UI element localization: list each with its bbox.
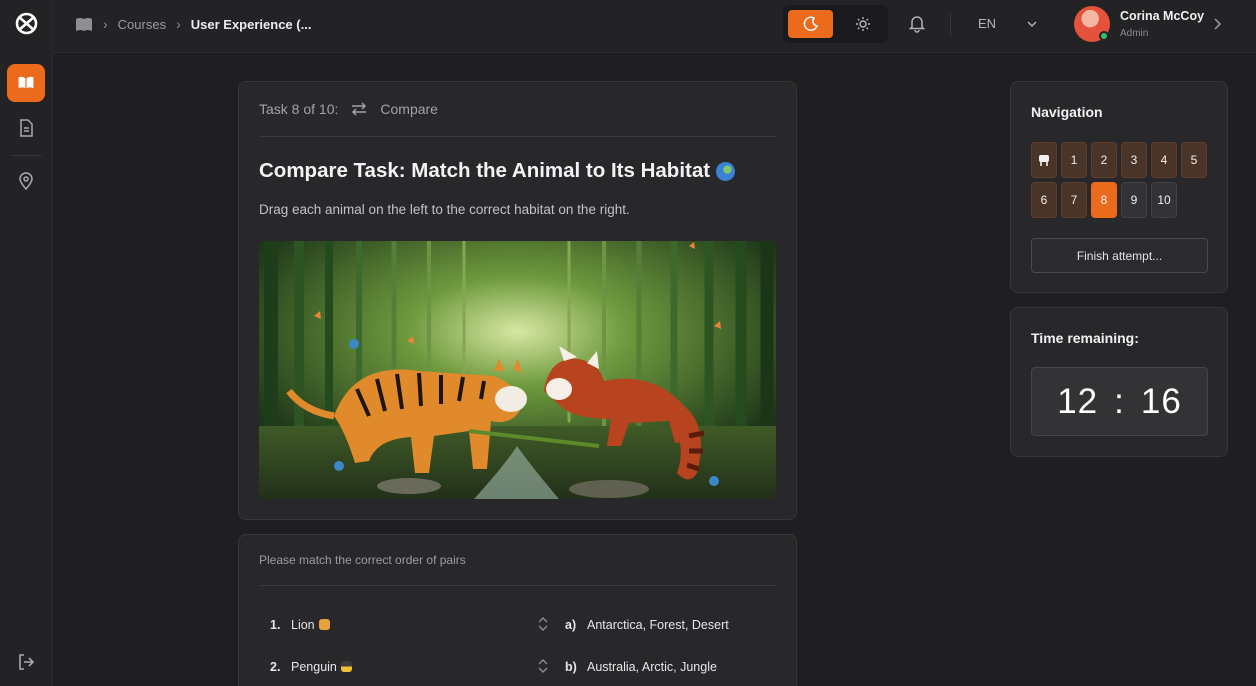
question-nav-2[interactable]: 2 <box>1091 142 1117 178</box>
row-number: 1. <box>270 618 281 632</box>
question-nav-7[interactable]: 7 <box>1061 182 1087 218</box>
task-description: Drag each animal on the left to the corr… <box>259 202 630 217</box>
question-nav-8[interactable]: 8 <box>1091 182 1117 218</box>
dark-mode-button[interactable] <box>788 10 833 38</box>
penguin-emoji-icon <box>340 661 352 672</box>
sidebar-item-documents[interactable] <box>7 109 45 147</box>
breadcrumb-current: User Experience (... <box>190 16 312 32</box>
task-counter: Task 8 of 10: <box>259 101 339 117</box>
question-nav-3[interactable]: 3 <box>1121 142 1147 178</box>
library-icon[interactable] <box>75 17 93 32</box>
breadcrumb-courses[interactable]: Courses <box>118 17 166 32</box>
book-open-icon <box>17 75 35 90</box>
map-pin-icon <box>19 172 33 190</box>
timer-title: Time remaining: <box>1031 330 1139 346</box>
theme-toggle <box>783 5 888 43</box>
light-mode-button[interactable] <box>843 10 883 38</box>
habitat-option[interactable]: Antarctica, Forest, Desert <box>587 618 729 632</box>
animal-label: Lion <box>291 618 315 632</box>
top-bar: › Courses › User Experience (... EN Cori… <box>53 0 1256 53</box>
question-nav-1[interactable]: 1 <box>1061 142 1087 178</box>
sidebar <box>0 0 53 686</box>
chevron-right-icon: › <box>176 16 181 32</box>
timer-separator: : <box>1114 381 1125 421</box>
logout-icon <box>19 654 35 670</box>
matching-instruction: Please match the correct order of pairs <box>259 535 776 586</box>
match-row[interactable]: 1. Lion a) Antarctica, Forest, Desert <box>259 610 776 640</box>
user-name[interactable]: Corina McCoy <box>1120 9 1204 23</box>
logout-button[interactable] <box>7 643 45 681</box>
timer-seconds: 16 <box>1140 381 1182 421</box>
timer-minutes: 12 <box>1057 381 1099 421</box>
tiger-red-panda-illustration <box>259 241 776 499</box>
lion-emoji-icon <box>318 619 330 630</box>
navigation-title: Navigation <box>1031 104 1103 120</box>
sun-icon <box>856 17 870 31</box>
bell-icon[interactable] <box>907 13 927 33</box>
option-letter: b) <box>565 660 577 674</box>
question-nav-flag[interactable] <box>1031 142 1057 178</box>
task-image <box>259 241 776 499</box>
flag-icon <box>1039 154 1049 166</box>
question-nav-5[interactable]: 5 <box>1181 142 1207 178</box>
animal-label: Penguin <box>291 660 337 674</box>
task-title-text: Compare Task: Match the Animal to Its Ha… <box>259 159 711 182</box>
row-number: 2. <box>270 660 281 674</box>
task-card: Task 8 of 10: Compare Compare Task: Matc… <box>238 81 797 520</box>
matching-card: Please match the correct order of pairs … <box>238 534 797 686</box>
user-role: Admin <box>1120 28 1149 39</box>
question-nav-10[interactable]: 10 <box>1151 182 1177 218</box>
task-title: Compare Task: Match the Animal to Its Ha… <box>259 159 736 183</box>
globe-icon <box>716 161 736 181</box>
question-nav-9[interactable]: 9 <box>1121 182 1147 218</box>
question-nav-4[interactable]: 4 <box>1151 142 1177 178</box>
breadcrumb: › Courses › User Experience (... <box>75 0 311 48</box>
sort-arrows-icon[interactable] <box>538 658 548 674</box>
habitat-option[interactable]: Australia, Arctic, Jungle <box>587 660 717 674</box>
question-nav-6[interactable]: 6 <box>1031 182 1057 218</box>
countdown-display: 12 : 16 <box>1031 367 1208 436</box>
animal-item[interactable]: Penguin <box>291 660 352 674</box>
moon-icon <box>803 16 818 31</box>
sidebar-divider <box>10 155 42 156</box>
timer-card: Time remaining: 12 : 16 <box>1010 307 1228 457</box>
app-logo-icon[interactable] <box>14 11 39 36</box>
divider <box>950 14 951 36</box>
chevron-right-icon[interactable] <box>1212 17 1222 31</box>
navigation-card: Navigation 1 2 3 4 5 6 7 8 9 10 Finish a… <box>1010 81 1228 293</box>
sidebar-item-locations[interactable] <box>7 162 45 200</box>
chevron-right-icon: › <box>103 16 108 32</box>
match-row[interactable]: 2. Penguin b) Australia, Arctic, Jungle <box>259 652 776 682</box>
task-header: Task 8 of 10: Compare <box>259 82 776 137</box>
online-status-dot <box>1099 31 1109 41</box>
document-icon <box>20 119 33 137</box>
option-letter: a) <box>565 618 577 632</box>
sort-arrows-icon[interactable] <box>538 616 548 632</box>
swap-arrows-icon <box>352 102 367 116</box>
language-selector[interactable]: EN <box>978 16 996 31</box>
finish-attempt-button[interactable]: Finish attempt... <box>1031 238 1208 273</box>
animal-item[interactable]: Lion <box>291 618 330 632</box>
sidebar-item-courses[interactable] <box>7 64 45 102</box>
task-type: Compare <box>380 101 438 117</box>
chevron-down-icon[interactable] <box>1026 18 1038 30</box>
